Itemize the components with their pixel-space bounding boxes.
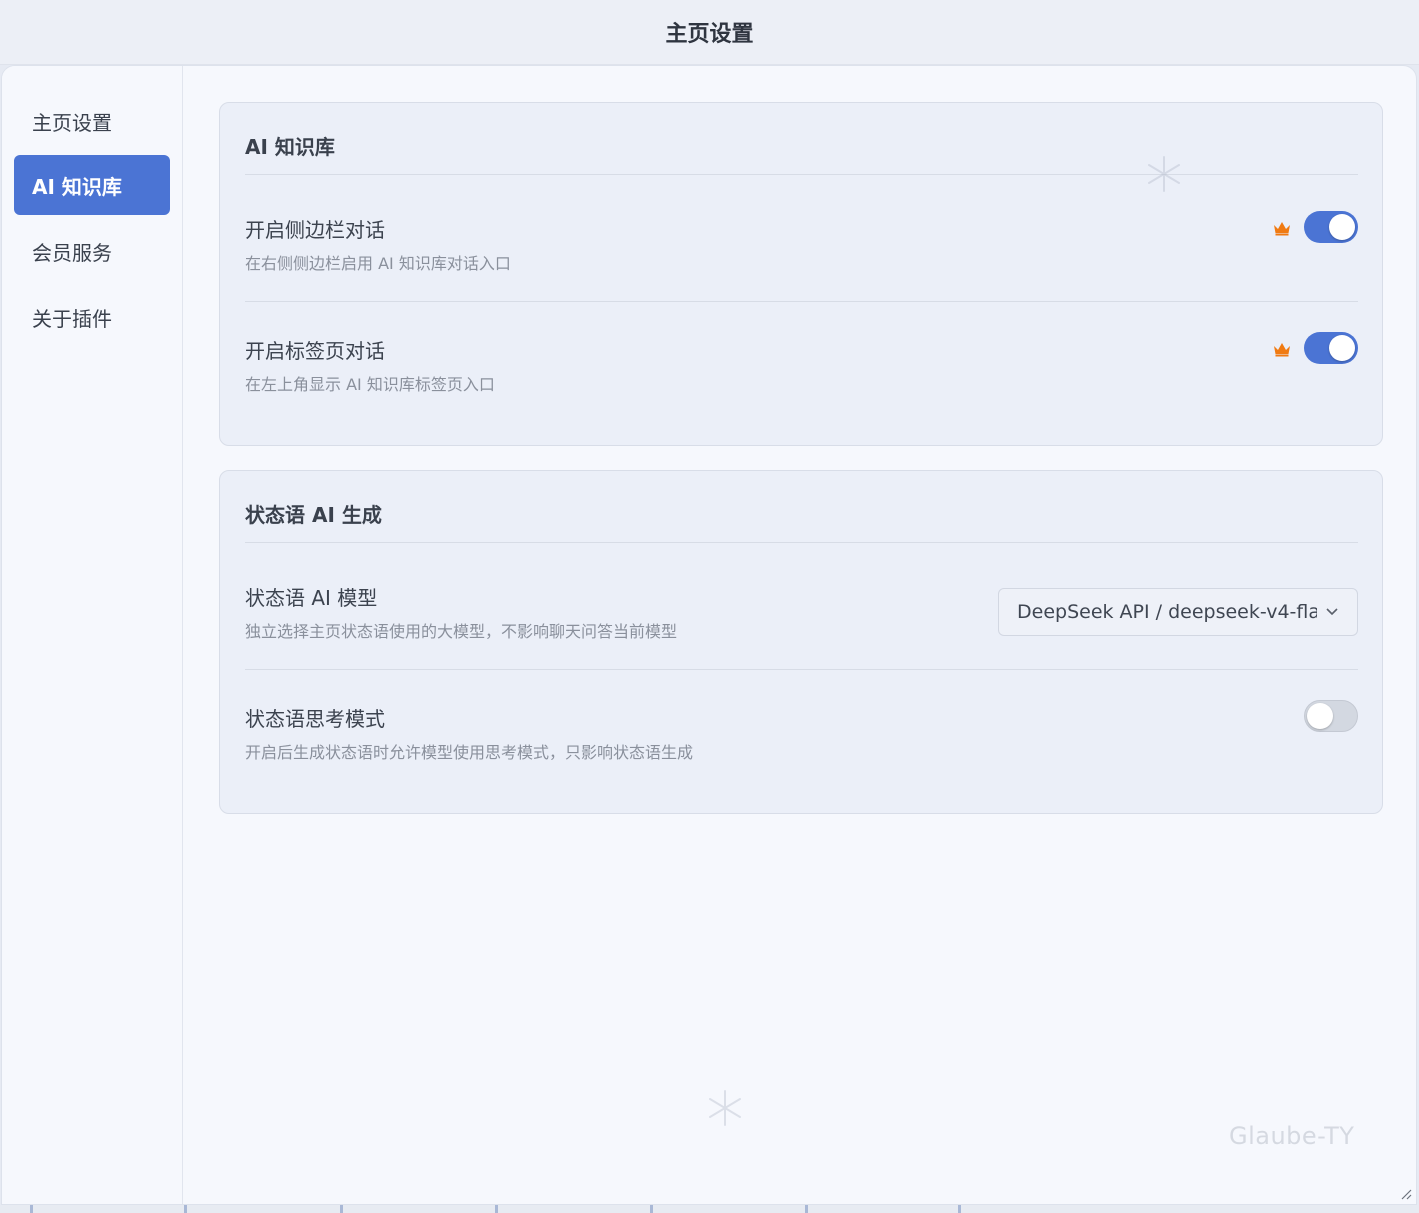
thinking-mode-toggle[interactable] [1304, 700, 1358, 732]
tab-chat-toggle[interactable] [1304, 332, 1358, 364]
tick-mark [30, 1205, 33, 1213]
bottom-strip [0, 1205, 1419, 1213]
crown-icon [1274, 343, 1290, 357]
toggle-knob [1307, 703, 1333, 729]
setting-description-sidebar-chat: 在右侧侧边栏启用 AI 知识库对话入口 [245, 254, 511, 273]
sidebar-item-membership[interactable]: 会员服务 [14, 221, 170, 281]
section-ai-knowledge-base: AI 知识库 开启侧边栏对话 在右侧侧边栏启用 AI 知识库对话入口 开启标签页… [219, 102, 1383, 446]
tick-mark [650, 1205, 653, 1213]
setting-title-sidebar-chat: 开启侧边栏对话 [245, 218, 385, 242]
snowflake-icon [1148, 156, 1180, 192]
tick-mark [495, 1205, 498, 1213]
section-status-ai-generation: 状态语 AI 生成 状态语 AI 模型 独立选择主页状态语使用的大模型，不影响聊… [219, 470, 1383, 814]
toggle-knob [1329, 335, 1355, 361]
sidebar-item-ai-knowledge-base[interactable]: AI 知识库 [14, 155, 170, 215]
section-title: 状态语 AI 生成 [245, 503, 382, 527]
setting-description-tab-chat: 在左上角显示 AI 知识库标签页入口 [245, 375, 495, 394]
tick-mark [805, 1205, 808, 1213]
setting-title-thinking-mode: 状态语思考模式 [245, 707, 385, 731]
settings-window: 主页设置 AI 知识库 会员服务 关于插件 AI 知识库 开启侧边栏对话 在右侧… [1, 65, 1417, 1205]
setting-description-thinking-mode: 开启后生成状态语时允许模型使用思考模式，只影响状态语生成 [245, 743, 694, 762]
toggle-knob [1329, 214, 1355, 240]
tick-mark [958, 1205, 961, 1213]
resize-grip-icon[interactable] [1398, 1186, 1412, 1200]
sidebar-item-home-settings[interactable]: 主页设置 [14, 91, 170, 151]
snowflake-icon [709, 1090, 741, 1126]
status-model-select[interactable]: DeepSeek API / deepseek-v4-flas [998, 588, 1358, 636]
status-model-select-value: DeepSeek API / deepseek-v4-flas [1017, 601, 1317, 623]
divider [245, 301, 1358, 302]
window-title: 主页设置 [0, 0, 1419, 65]
divider [245, 174, 1358, 175]
tick-mark [340, 1205, 343, 1213]
crown-icon [1274, 222, 1290, 236]
sidebar-item-about-plugin[interactable]: 关于插件 [14, 287, 170, 347]
setting-title-tab-chat: 开启标签页对话 [245, 339, 385, 363]
chevron-down-icon [1326, 608, 1338, 616]
section-title: AI 知识库 [245, 135, 335, 159]
sidebar: 主页设置 AI 知识库 会员服务 关于插件 [2, 66, 183, 1204]
setting-description-status-model: 独立选择主页状态语使用的大模型，不影响聊天问答当前模型 [245, 622, 678, 641]
divider [245, 542, 1358, 543]
setting-title-status-model: 状态语 AI 模型 [245, 586, 378, 610]
sidebar-chat-toggle[interactable] [1304, 211, 1358, 243]
tick-mark [184, 1205, 187, 1213]
watermark: Glaube-TY [1229, 1122, 1355, 1150]
divider [245, 669, 1358, 670]
